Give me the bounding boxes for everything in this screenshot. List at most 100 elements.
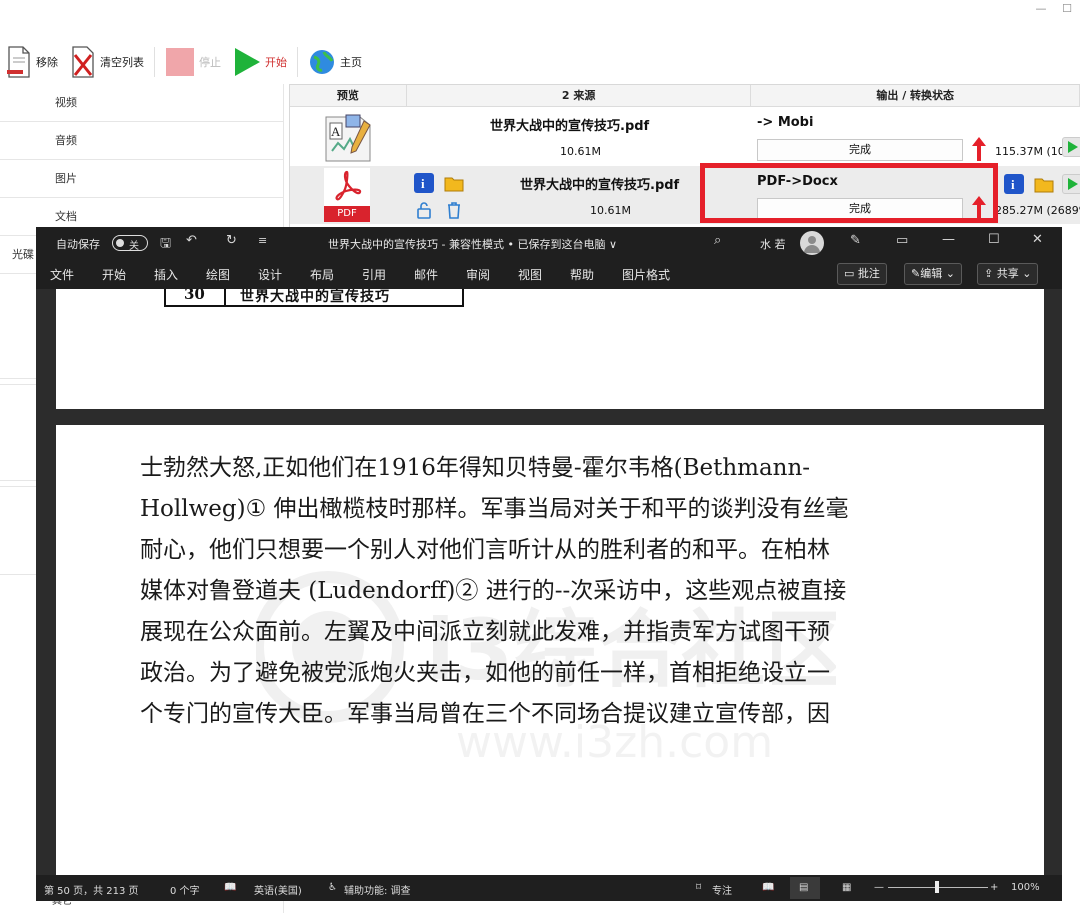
start-button[interactable]: 开始 <box>227 44 293 80</box>
folder-icon <box>1034 178 1054 193</box>
tab-home[interactable]: 开始 <box>102 266 126 283</box>
pencil-icon: ✎ <box>911 267 921 280</box>
clear-list-button[interactable]: 清空列表 <box>64 44 150 80</box>
document-canvas[interactable]: 30 世界大战中的宣传技巧 i3综合社区 www.i3zh.com 士勃然大怒,… <box>36 289 1062 875</box>
sidebar-item-image[interactable]: 图片 <box>0 160 283 198</box>
word-title-bar: 自动保存 关 🖫 ↶ ↻ ≡ 世界大战中的宣传技巧 - 兼容性模式 • 已保存到… <box>36 227 1062 259</box>
read-mode-icon[interactable]: 📖 <box>762 882 774 893</box>
page-count[interactable]: 第 50 页，共 213 页 <box>44 882 139 897</box>
text-line: 媒体对鲁登道夫 (Ludendorff)② 进行的--次采访中，这些观点被直接 <box>140 578 847 604</box>
clear-list-label: 清空列表 <box>100 56 144 69</box>
word-count[interactable]: 0 个字 <box>170 882 200 897</box>
play-output-button[interactable] <box>1062 137 1080 157</box>
ebook-reader-icon: A <box>325 114 371 162</box>
comment-icon: ▭ <box>844 267 858 280</box>
globe-icon <box>310 50 334 74</box>
svg-text:i: i <box>421 176 425 191</box>
zoom-slider-thumb[interactable] <box>935 881 939 893</box>
minimize-icon[interactable]: — <box>1028 0 1054 20</box>
user-icon <box>804 236 820 253</box>
maximize-icon[interactable]: ☐ <box>1054 0 1080 20</box>
status-complete-button[interactable]: 完成 <box>757 139 963 161</box>
pen-icon[interactable]: ✎ <box>850 233 861 248</box>
tab-view[interactable]: 视图 <box>518 266 542 283</box>
tab-design[interactable]: 设计 <box>258 266 282 283</box>
tab-layout[interactable]: 布局 <box>310 266 334 283</box>
open-folder-button[interactable] <box>444 173 464 193</box>
zoom-in-icon[interactable]: + <box>990 882 998 893</box>
search-icon[interactable]: ⌕ <box>714 233 721 248</box>
play-output-button[interactable] <box>1062 174 1080 194</box>
sidebar-item-audio[interactable]: 音频 <box>0 122 283 160</box>
chevron-down-icon: ⌄ <box>1018 267 1032 280</box>
editing-label: 编辑 <box>920 267 943 280</box>
sidebar-item-video[interactable]: 视频 <box>0 84 283 122</box>
play-icon <box>1068 141 1078 153</box>
tab-help[interactable]: 帮助 <box>570 266 594 283</box>
table-row[interactable]: A 世界大战中的宣传技巧.pdf 10.61M -> Mobi 完成 115.3… <box>290 107 1080 165</box>
ribbon-display-icon[interactable]: ▭ <box>896 233 908 248</box>
print-layout-button[interactable]: ▤ <box>790 877 820 899</box>
minimize-icon[interactable]: — <box>942 232 955 247</box>
chevron-down-icon: ⌄ <box>942 267 955 280</box>
column-output[interactable]: 输出 / 转换状态 <box>751 85 1080 106</box>
editing-button[interactable]: ✎编辑 ⌄ <box>904 263 962 285</box>
zoom-out-icon[interactable]: — <box>874 882 884 893</box>
stop-button[interactable]: 停止 <box>159 44 227 80</box>
tab-insert[interactable]: 插入 <box>154 266 178 283</box>
delete-button[interactable] <box>444 200 464 220</box>
play-icon <box>235 48 260 76</box>
save-icon[interactable]: 🖫 <box>160 234 171 256</box>
tab-file[interactable]: 文件 <box>50 266 74 283</box>
print-layout-icon: ▤ <box>799 882 809 893</box>
zoom-level[interactable]: 100% <box>1011 882 1040 893</box>
language[interactable]: 英语(美国) <box>254 882 302 897</box>
document-body-text[interactable]: 士勃然大怒,正如他们在1916年得知贝特曼-霍尔韦格(Bethmann- Hol… <box>140 448 982 735</box>
remove-button[interactable]: 移除 <box>0 44 64 80</box>
ribbon-tabs: 文件 开始 插入 绘图 设计 布局 引用 邮件 审阅 视图 帮助 图片格式 ▭ … <box>36 259 1062 289</box>
tab-review[interactable]: 审阅 <box>466 266 490 283</box>
comments-button[interactable]: ▭ 批注 <box>837 263 887 285</box>
quick-access-menu-icon[interactable]: ≡ <box>258 234 267 247</box>
redo-icon[interactable]: ↻ <box>226 233 237 248</box>
accessibility-status[interactable]: 辅助功能: 调查 <box>344 882 411 897</box>
undo-icon[interactable]: ↶ <box>186 233 197 248</box>
document-remove-icon <box>7 46 30 78</box>
output-folder-button[interactable] <box>1034 174 1054 194</box>
red-highlight-box <box>700 163 998 223</box>
text-line: 耐心，他们只想要一个别人对他们言听计从的胜利者的和平。在柏林 <box>140 537 830 563</box>
focus-mode[interactable]: 专注 <box>712 882 732 897</box>
web-layout-icon[interactable]: ▦ <box>842 882 851 893</box>
tab-draw[interactable]: 绘图 <box>206 266 230 283</box>
comments-label: 批注 <box>857 267 880 280</box>
home-button[interactable]: 主页 <box>302 44 368 80</box>
proofing-icon[interactable]: 📖 <box>224 882 236 893</box>
column-source[interactable]: 2 来源 <box>407 85 752 106</box>
output-info-button[interactable]: i <box>1004 174 1024 194</box>
status-bar: 第 50 页，共 213 页 0 个字 📖 英语(美国) ♿ 辅助功能: 调查 … <box>36 875 1062 901</box>
conversion-label: -> Mobi <box>757 115 814 130</box>
avatar[interactable] <box>800 231 824 255</box>
output-file-size: 285.27M (2689%) <box>995 204 1080 217</box>
toggle-knob <box>116 239 124 247</box>
lock-button[interactable] <box>414 200 434 220</box>
tab-references[interactable]: 引用 <box>362 266 386 283</box>
text-line: Hollweg)① 伸出橄榄枝时那样。军事当局对关于和平的谈判没有丝毫 <box>140 496 849 522</box>
info-icon: i <box>1011 177 1015 192</box>
tab-mailings[interactable]: 邮件 <box>414 266 438 283</box>
pdf-preview-thumbnail: PDF <box>324 168 370 222</box>
close-icon[interactable]: ✕ <box>1032 232 1043 247</box>
column-preview[interactable]: 预览 <box>290 85 407 106</box>
document-title[interactable]: 世界大战中的宣传技巧 - 兼容性模式 • 已保存到这台电脑 ∨ <box>328 236 617 252</box>
play-icon <box>1068 178 1078 190</box>
svg-text:i: i <box>1011 177 1015 192</box>
info-icon: i <box>421 176 425 191</box>
zoom-slider[interactable] <box>888 881 988 893</box>
info-button[interactable]: i <box>414 173 434 193</box>
autosave-toggle[interactable]: 关 <box>112 235 148 252</box>
maximize-icon[interactable]: ☐ <box>988 232 1000 247</box>
document-page: 30 世界大战中的宣传技巧 <box>56 289 1044 409</box>
trash-icon <box>448 202 460 219</box>
share-button[interactable]: ⇪ 共享 ⌄ <box>977 263 1039 285</box>
tab-picture-format[interactable]: 图片格式 <box>622 266 670 283</box>
